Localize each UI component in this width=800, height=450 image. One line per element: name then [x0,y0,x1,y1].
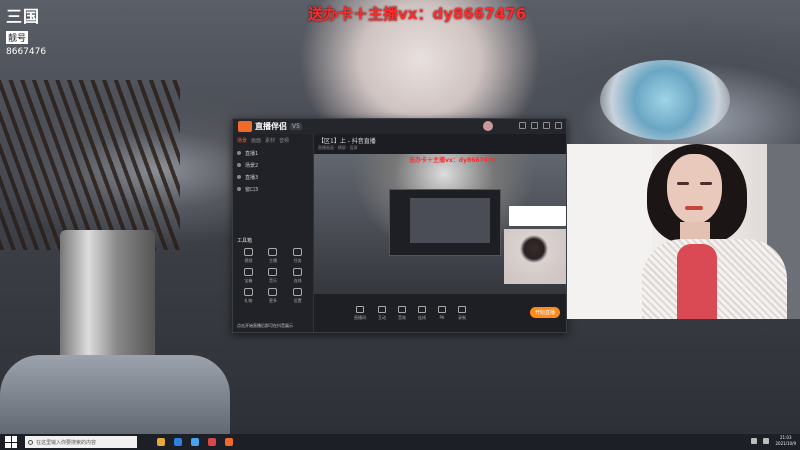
toolbar-button[interactable]: PK [438,306,446,320]
maximize-icon[interactable] [543,122,550,129]
tool-icon [268,268,278,276]
app-logo-icon [238,121,252,132]
scene-item[interactable]: 直播3 [233,171,313,183]
eye-icon[interactable] [237,187,241,191]
eye-icon[interactable] [237,163,241,167]
tool-icon [243,288,253,296]
crown-jewel-image [600,60,730,140]
preview-banner: 送办卡＋主播vx：dy8667476 [409,157,497,164]
version-badge: V5 [290,123,302,130]
preview-title: 【区1】上 - 抖音直播 [318,138,376,145]
streamer-face [667,154,722,224]
toolbar-icon [438,306,446,313]
eye-icon[interactable] [237,151,241,155]
logo-number: 8667476 [6,47,47,57]
promo-banner: 送办卡＋主播vx：dy8667476 [308,5,527,23]
scene-item[interactable]: 直播1 [233,147,313,159]
system-tray: 21:03 2021/10/9 [751,435,796,447]
nested-app-preview [389,189,501,256]
clock[interactable]: 21:03 2021/10/9 [775,435,796,447]
camera-wall [567,144,652,319]
streamer-top [677,244,717,319]
scene-item[interactable]: 场景2 [233,159,313,171]
channel-logo: 三国 靓号 8667476 [6,8,56,58]
tool-icon [243,268,253,276]
streaming-app-window[interactable]: 直播伴侣 V5 场景 画面 素材 音频 直播1 场景2 直播3 窗口3 工具箱 … [232,118,567,333]
toolbar-icon [356,305,364,313]
tool-icon [293,248,303,256]
network-icon[interactable] [751,438,758,444]
webcam-overlay [567,144,800,319]
start-button[interactable] [5,436,17,448]
taskbar-search[interactable]: 在这里输入你要搜索的内容 [25,436,137,448]
streamer-eye [677,182,689,185]
minimize-icon[interactable] [531,122,538,129]
app-icon[interactable] [191,438,199,446]
close-icon[interactable] [555,122,562,129]
tool-icon [293,288,303,296]
panel-footer-text: 点击开始直播后即可在抖音展示 [237,323,293,328]
tab-canvas[interactable]: 画面 [251,137,261,144]
scene-item[interactable]: 窗口3 [233,183,313,195]
eye-icon[interactable] [237,175,241,179]
tab-scene[interactable]: 场景 [237,137,247,144]
clock-date: 2021/10/9 [775,441,796,446]
tool-button[interactable]: 连线 [286,268,309,284]
tool-button[interactable]: 主播 [262,248,285,264]
toolbar-icon [398,305,406,313]
tool-button[interactable]: 设置 [286,288,309,304]
bottom-toolbar: 直播间 互动 音效 连线 PK 录制 开始直播 [314,294,566,332]
tab-audio[interactable]: 音频 [279,137,289,144]
toolbar-icon [378,305,386,313]
paintbrushes-image [0,80,180,250]
nested-preview-image [410,198,490,243]
preview-note-box [509,206,566,226]
side-table-image [0,355,230,435]
tool-icon [268,288,278,296]
tool-button[interactable]: 任务 [286,248,309,264]
toolbar-icon [418,305,426,313]
toolbar-icon [458,305,466,313]
tab-material[interactable]: 素材 [265,137,275,144]
tool-button[interactable]: 宝箱 [237,268,260,284]
streaming-app-icon[interactable] [225,438,233,446]
search-icon [28,439,33,445]
tool-icon [268,248,278,256]
toolbar-button[interactable]: 互动 [378,305,386,321]
volume-icon[interactable] [763,438,770,444]
toolbar-button[interactable]: 录制 [458,305,466,321]
tool-button[interactable]: 更多 [262,288,285,304]
file-explorer-icon[interactable] [157,438,165,446]
start-live-button[interactable]: 开始直播 [529,307,560,318]
app-name: 直播伴侣 [255,122,287,131]
preview-subtitle: 直播画面 · 横屏 · 竖屏 [318,145,358,150]
preview-camera-image [504,229,566,284]
toolbox-title: 工具箱 [237,238,253,244]
tool-icon [293,268,303,276]
logo-subtitle: 靓号 [6,31,29,44]
stream-preview[interactable]: 送办卡＋主播vx：dy8667476 [314,154,566,294]
edge-browser-icon[interactable] [174,438,182,446]
tool-button[interactable]: 礼物 [237,288,260,304]
avatar[interactable] [483,121,493,131]
streamer-lips [685,206,703,210]
search-placeholder: 在这里输入你要搜索的内容 [36,439,97,446]
toolbox-grid: 视频 主播 任务 宝箱 音乐 连线 礼物 更多 设置 [233,246,313,306]
app-icon[interactable] [208,438,216,446]
tool-button[interactable]: 音乐 [262,268,285,284]
settings-icon[interactable] [519,122,526,129]
toolbar-button[interactable]: 直播间 [354,305,366,321]
preview-header: 【区1】上 - 抖音直播 直播画面 · 横屏 · 竖屏 [314,134,566,154]
tool-icon [243,248,253,256]
scene-panel: 场景 画面 素材 音频 直播1 场景2 直播3 窗口3 工具箱 视频 主播 任务… [233,134,314,332]
windows-taskbar: 在这里输入你要搜索的内容 21:03 2021/10/9 [0,434,800,450]
toolbar-button[interactable]: 连线 [418,305,426,321]
logo-title: 三国 [6,7,41,26]
tool-button[interactable]: 视频 [237,248,260,264]
streamer-eye [700,182,712,185]
app-titlebar[interactable]: 直播伴侣 V5 [233,119,566,134]
toolbar-button[interactable]: 音效 [398,305,406,321]
